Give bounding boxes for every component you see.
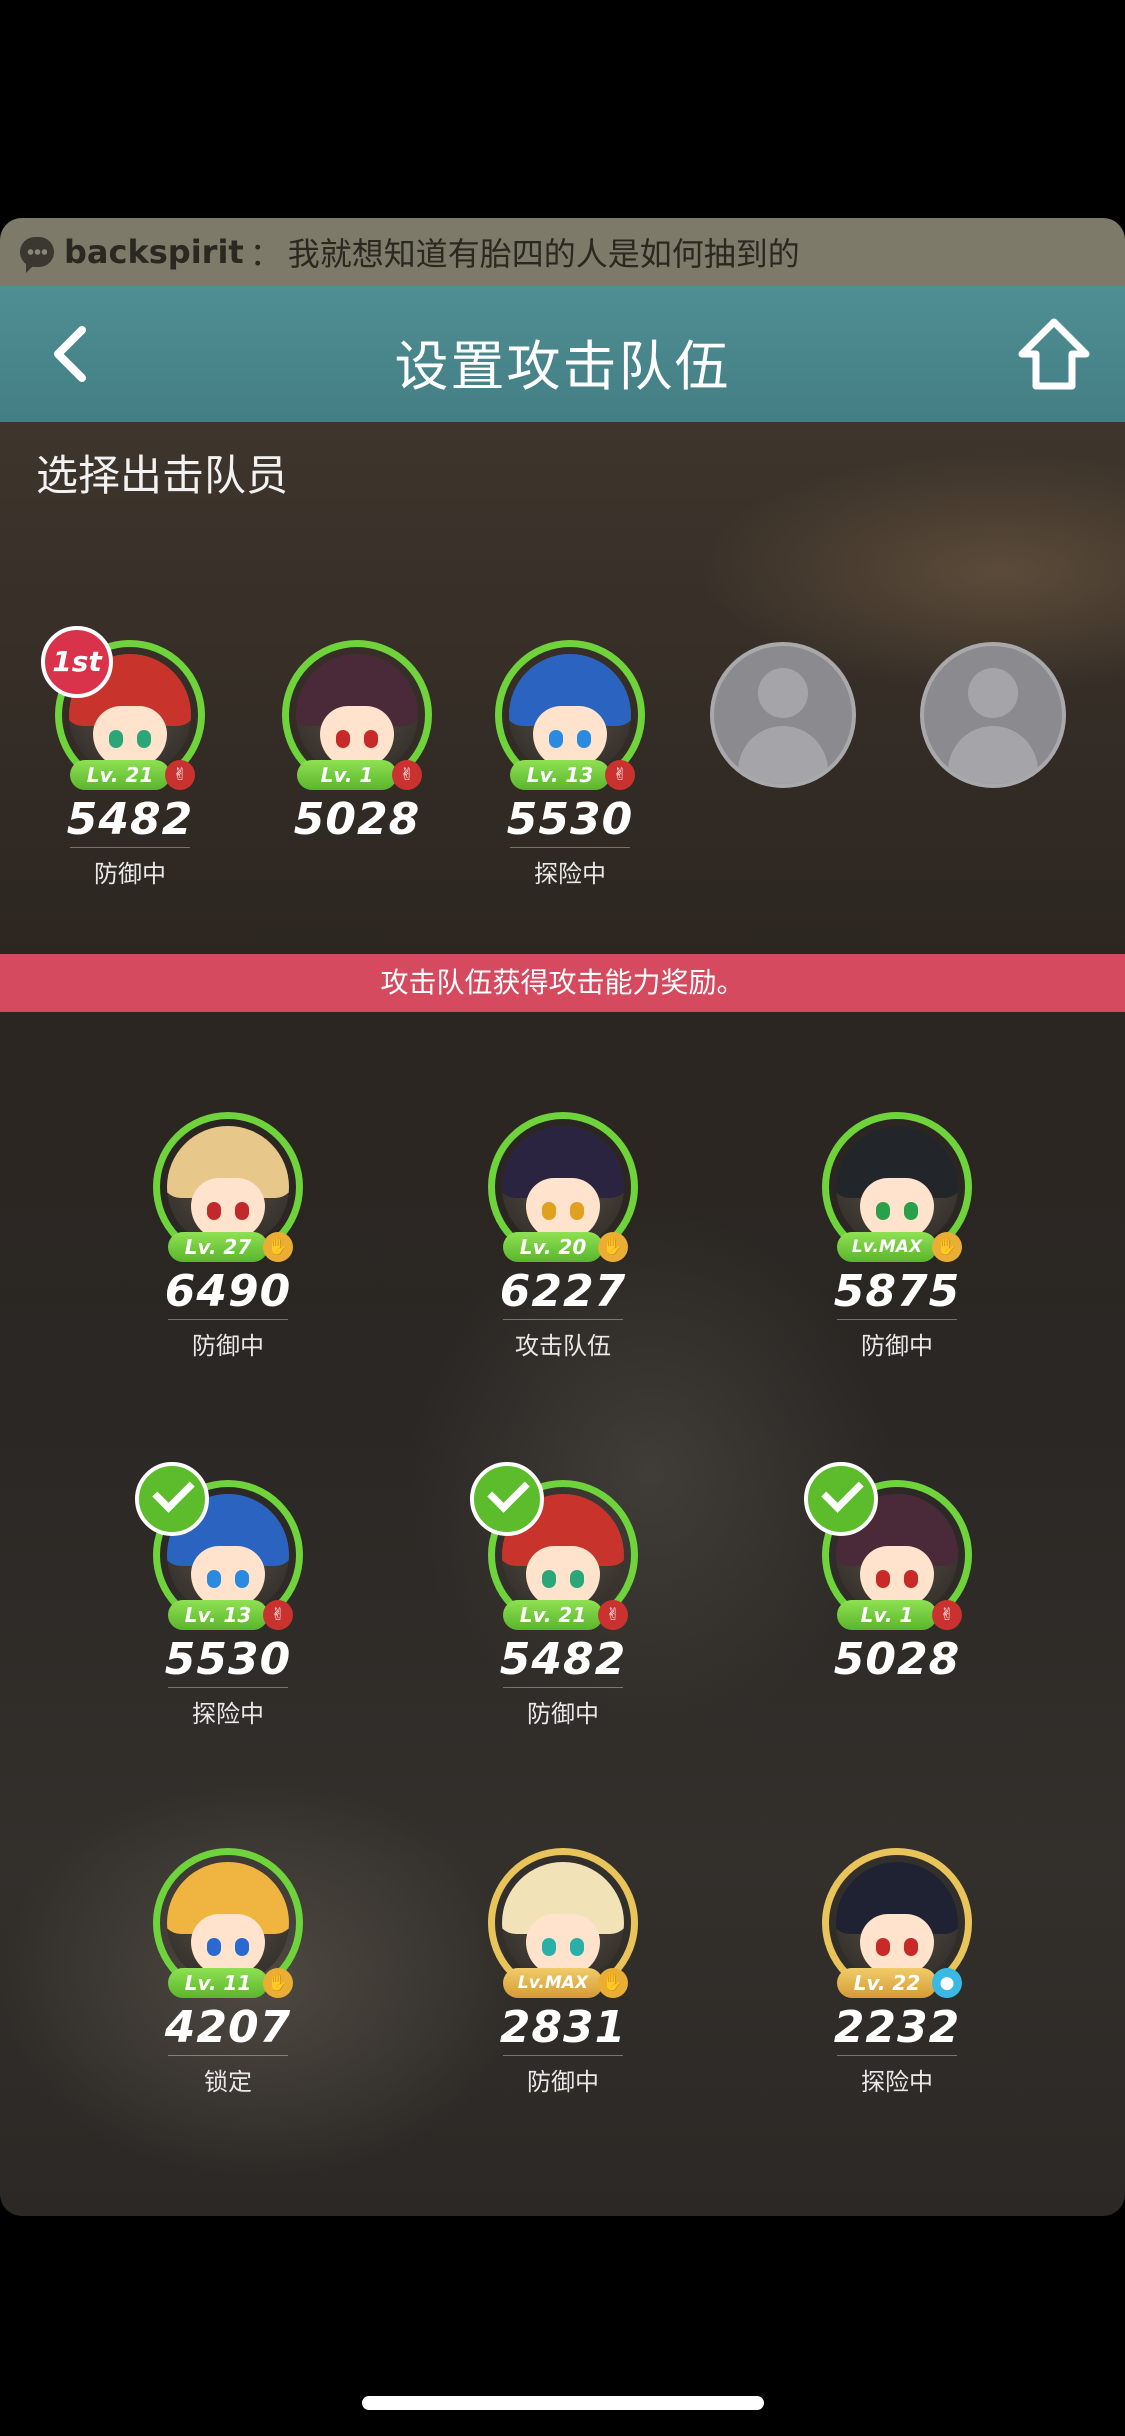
level-badge: Lv.MAX: [503, 1968, 603, 1998]
character-portrait: Lv. 20 ✋: [488, 1112, 638, 1262]
checkmark-icon: [470, 1462, 544, 1536]
character-portrait: Lv. 27 ✋: [153, 1112, 303, 1262]
status-label: 探险中: [168, 1687, 288, 1729]
status-label: 防御中: [70, 847, 190, 889]
level-badge: Lv.MAX: [837, 1232, 937, 1262]
level-badge: Lv. 1: [837, 1600, 937, 1630]
character-card[interactable]: Lv.MAX ✋ 2831 防御中: [463, 1848, 663, 2097]
character-card[interactable]: Lv. 22 ● 2232 探险中: [797, 1848, 997, 2097]
power-value: 6227: [499, 1266, 627, 1317]
level-badge: Lv. 13: [510, 760, 610, 790]
character-portrait: Lv. 22 ●: [822, 1848, 972, 1998]
character-card[interactable]: Lv. 20 ✋ 6227 攻击队伍: [463, 1112, 663, 1361]
home-indicator[interactable]: [362, 2396, 764, 2410]
victory-hand-icon: ✌: [263, 1600, 293, 1630]
open-hand-icon: ✋: [263, 1232, 293, 1262]
main-content: 选择出击队员 Lv. 21 ✌ 1st 5482 防御中 Lv. 1 ✌ 5028 Lv. 13…: [0, 422, 1125, 2216]
level-badge: Lv. 21: [70, 760, 170, 790]
open-hand-icon: ✋: [263, 1968, 293, 1998]
level-badge: Lv. 20: [503, 1232, 603, 1262]
character-card[interactable]: Lv. 11 ✋ 4207 锁定: [128, 1848, 328, 2097]
level-badge: Lv. 27: [168, 1232, 268, 1262]
level-badge: Lv. 22: [837, 1968, 937, 1998]
chat-bubble-icon: [20, 237, 54, 273]
victory-hand-icon: ✌: [392, 760, 422, 790]
page-title: 设置攻击队伍: [394, 335, 731, 398]
level-badge: Lv. 21: [503, 1600, 603, 1630]
attack-bonus-banner: 攻击队伍获得攻击能力奖励。: [0, 954, 1125, 1012]
victory-hand-icon: ✌: [598, 1600, 628, 1630]
comment-username: backspirit: [64, 233, 244, 271]
level-badge: Lv. 11: [168, 1968, 268, 1998]
open-hand-icon: ✋: [598, 1232, 628, 1262]
level-badge: Lv. 13: [168, 1600, 268, 1630]
status-label: 探险中: [510, 847, 630, 889]
power-value: 5482: [499, 1634, 627, 1685]
empty-team-slot[interactable]: [710, 642, 856, 788]
victory-hand-icon: ✌: [165, 760, 195, 790]
power-value: 5028: [833, 1634, 961, 1685]
power-value: 5530: [506, 794, 634, 845]
power-value: 5482: [66, 794, 194, 845]
power-value: 5875: [833, 1266, 961, 1317]
power-value: 2232: [833, 2002, 961, 2053]
power-value: 6490: [164, 1266, 292, 1317]
character-portrait: Lv. 11 ✋: [153, 1848, 303, 1998]
status-label: 防御中: [837, 1319, 957, 1361]
orb-icon: ●: [932, 1968, 962, 1998]
comment-separator: ：: [249, 235, 282, 273]
checkmark-icon: [804, 1462, 878, 1536]
character-card[interactable]: Lv. 21 ✌ 1st 5482 防御中: [30, 626, 230, 889]
status-label: 探险中: [837, 2055, 957, 2097]
character-card[interactable]: Lv.MAX ✋ 5875 防御中: [797, 1112, 997, 1361]
level-badge: Lv. 1: [297, 760, 397, 790]
character-portrait: Lv. 21 ✌: [470, 1462, 638, 1630]
character-portrait: Lv.MAX ✋: [822, 1112, 972, 1262]
character-card[interactable]: Lv. 21 ✌ 5482 防御中: [463, 1462, 663, 1729]
section-title-select-members: 选择出击队员: [36, 451, 289, 500]
power-value: 5028: [293, 794, 421, 845]
character-portrait: Lv. 1 ✌: [282, 640, 432, 790]
character-portrait: Lv.MAX ✋: [488, 1848, 638, 1998]
power-value: 4207: [164, 2002, 292, 2053]
status-label: 攻击队伍: [503, 1319, 623, 1361]
person-placeholder-icon: [758, 668, 808, 718]
empty-team-slot[interactable]: [920, 642, 1066, 788]
character-card[interactable]: Lv. 13 ✌ 5530 探险中: [470, 640, 670, 889]
victory-hand-icon: ✌: [605, 760, 635, 790]
person-placeholder-icon: [968, 668, 1018, 718]
character-portrait: Lv. 13 ✌: [495, 640, 645, 790]
character-card[interactable]: Lv. 13 ✌ 5530 探险中: [128, 1462, 328, 1729]
victory-hand-icon: ✌: [932, 1600, 962, 1630]
status-label: 防御中: [168, 1319, 288, 1361]
checkmark-icon: [135, 1462, 209, 1536]
character-portrait: Lv. 21 ✌ 1st: [41, 626, 205, 790]
status-label: 锁定: [168, 2055, 288, 2097]
header-bar: 设置攻击队伍: [0, 286, 1125, 422]
character-card[interactable]: Lv. 27 ✋ 6490 防御中: [128, 1112, 328, 1361]
comment-text: 我就想知道有胎四的人是如何抽到的: [287, 235, 800, 273]
character-portrait: Lv. 13 ✌: [135, 1462, 303, 1630]
status-label: 防御中: [503, 2055, 623, 2097]
power-value: 2831: [499, 2002, 627, 2053]
character-portrait: Lv. 1 ✌: [804, 1462, 972, 1630]
open-hand-icon: ✋: [598, 1968, 628, 1998]
power-value: 5530: [164, 1634, 292, 1685]
character-card[interactable]: Lv. 1 ✌ 5028: [257, 640, 457, 845]
comment-bar[interactable]: backspirit ： 我就想知道有胎四的人是如何抽到的: [0, 218, 1125, 286]
home-arrow-icon[interactable]: [1016, 316, 1092, 392]
character-card[interactable]: Lv. 1 ✌ 5028: [797, 1462, 997, 1685]
status-label: 防御中: [503, 1687, 623, 1729]
rank-first-badge: 1st: [41, 626, 113, 698]
open-hand-icon: ✋: [932, 1232, 962, 1262]
